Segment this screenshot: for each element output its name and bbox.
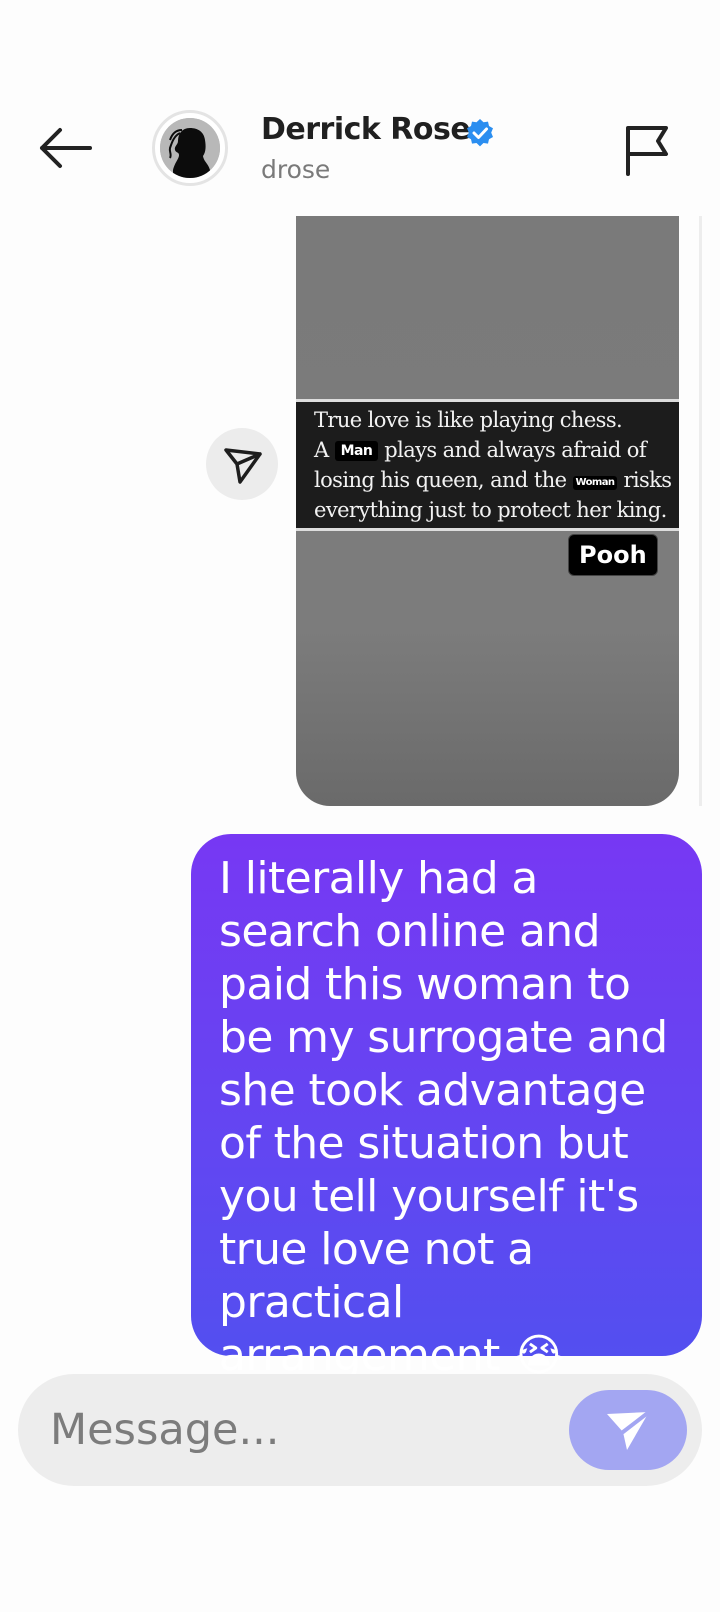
- watermark-label: Pooh: [568, 534, 658, 576]
- contact-name[interactable]: Derrick Rose: [261, 112, 471, 147]
- avatar[interactable]: [152, 110, 228, 186]
- share-button[interactable]: [206, 428, 278, 500]
- man-label: Man: [334, 441, 379, 461]
- send-paper-plane-icon: [224, 448, 262, 484]
- quote-line-1: True love is like playing chess.: [314, 408, 623, 432]
- report-button[interactable]: [622, 122, 674, 178]
- verified-badge-icon: [465, 118, 495, 148]
- quote-line-2: A Man plays and always afraid of: [314, 438, 647, 462]
- quote-line-4: everything just to protect her king.: [314, 498, 667, 522]
- avatar-image: [160, 118, 220, 178]
- woman-label: Woman: [572, 476, 618, 490]
- contact-handle[interactable]: drose: [261, 155, 330, 184]
- outgoing-message-bubble[interactable]: I literally had a search online and paid…: [191, 834, 702, 1381]
- message-input[interactable]: [50, 1398, 550, 1462]
- send-paper-plane-icon: [607, 1410, 651, 1450]
- quote-text-overlay: True love is like playing chess. A Man p…: [296, 399, 679, 531]
- media-scrollbar: [699, 216, 702, 806]
- conversation-header: Derrick Rose drose: [0, 100, 720, 210]
- dm-screen: Derrick Rose drose True love is like pla…: [0, 0, 720, 1612]
- message-composer: [18, 1374, 702, 1486]
- shared-media-card[interactable]: True love is like playing chess. A Man p…: [296, 216, 679, 806]
- back-button[interactable]: [30, 122, 96, 172]
- arrow-left-icon: [40, 128, 92, 168]
- send-button[interactable]: [569, 1390, 687, 1470]
- flag-icon: [626, 126, 668, 176]
- message-text: I literally had a search online and paid…: [219, 853, 668, 1381]
- quote-line-3: losing his queen, and the Woman risks: [314, 468, 672, 492]
